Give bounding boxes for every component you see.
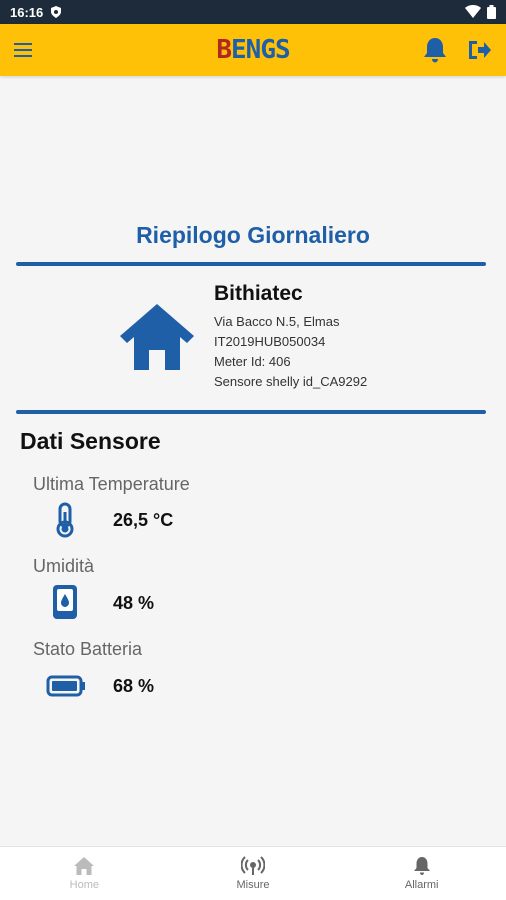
nav-allarmi[interactable]: Allarmi [337,847,506,900]
broadcast-icon [241,856,265,875]
nav-home-label: Home [69,879,99,891]
site-code: IT2019HUB050034 [214,334,326,349]
bell-icon[interactable] [422,36,448,64]
humidity-label: Umidità [33,556,95,576]
battery-icon [46,675,85,697]
nav-misure-label: Misure [236,879,270,891]
home-icon [74,857,95,875]
wifi-icon [465,5,481,18]
divider-top [16,262,486,266]
sensor-id: Sensore shelly id_CA9292 [214,374,368,389]
temperature-value: 26,5 °C [113,510,174,530]
temperature-label: Ultima Temperature [33,474,190,494]
nav-home[interactable]: Home [0,847,169,900]
battery-label: Stato Batteria [33,639,143,659]
menu-icon[interactable] [14,37,40,63]
humidity-icon [53,585,77,619]
shield-status-icon [51,6,62,18]
sensor-section-title: Dati Sensore [20,428,161,454]
divider-bottom [16,410,486,414]
humidity-value: 48 % [113,593,155,613]
app-bar: BENGS [0,24,506,76]
meter-id: Meter Id: 406 [214,354,291,369]
site-address: Via Bacco N.5, Elmas [214,314,340,329]
nav-misure[interactable]: Misure [169,847,338,900]
bell-nav-icon [413,857,430,875]
app-logo: BENGS [216,35,290,65]
bottom-navigation: Home Misure Allarmi [0,846,506,900]
status-time: 16:16 [10,4,44,20]
battery-status-icon [487,5,496,19]
site-name: Bithiatec [214,282,303,305]
status-bar: 16:16 [0,0,506,24]
logout-icon[interactable] [466,38,492,62]
nav-allarmi-label: Allarmi [404,879,439,891]
page-title: Riepilogo Giornaliero [136,222,370,248]
house-icon [120,304,194,370]
site-info: Bithiatec Via Bacco N.5, Elmas IT2019HUB… [214,282,367,392]
thermometer-icon [56,502,74,538]
battery-value: 68 % [113,676,155,696]
